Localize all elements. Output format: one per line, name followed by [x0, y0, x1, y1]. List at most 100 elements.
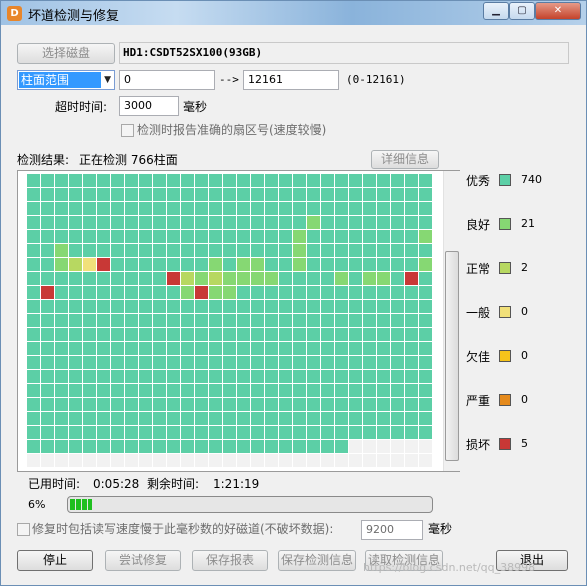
cylinder-block	[265, 286, 278, 299]
cylinder-block	[321, 342, 334, 355]
cylinder-block	[153, 454, 166, 467]
cylinder-block	[153, 356, 166, 369]
cylinder-block	[349, 398, 362, 411]
repair-threshold-input[interactable]: 9200	[361, 520, 423, 540]
cylinder-block	[125, 286, 138, 299]
cylinder-block	[69, 216, 82, 229]
cylinder-block	[335, 202, 348, 215]
close-button[interactable]: ✕	[535, 2, 581, 20]
cylinder-block	[307, 244, 320, 257]
cylinder-block	[293, 314, 306, 327]
cylinder-block	[223, 216, 236, 229]
cylinder-block	[167, 426, 180, 439]
try-repair-button[interactable]: 尝试修复	[105, 550, 181, 571]
legend-item: 严重 0	[466, 391, 576, 409]
cylinder-block	[223, 244, 236, 257]
cylinder-block	[377, 188, 390, 201]
cylinder-block	[251, 356, 264, 369]
repair-option-checkbox[interactable]	[17, 523, 30, 536]
cylinder-block	[69, 412, 82, 425]
range-end-input[interactable]: 12161	[243, 70, 339, 90]
cylinder-block	[83, 412, 96, 425]
cylinder-block	[251, 342, 264, 355]
legend-swatch	[499, 438, 511, 450]
window-title: 坏道检测与修复	[28, 9, 120, 24]
cylinder-block	[153, 328, 166, 341]
cylinder-block	[111, 188, 124, 201]
title-bar[interactable]: D 坏道检测与修复 ▁ ▢ ✕	[1, 1, 586, 25]
cylinder-block	[181, 440, 194, 453]
details-button[interactable]: 详细信息	[371, 150, 439, 169]
cylinder-block	[293, 342, 306, 355]
cylinder-block	[279, 230, 292, 243]
report-sector-checkbox[interactable]	[121, 124, 134, 137]
scrollbar-thumb[interactable]	[445, 251, 459, 461]
cylinder-block	[27, 398, 40, 411]
range-hint: (0-12161)	[346, 73, 406, 86]
cylinder-block	[265, 370, 278, 383]
save-report-button[interactable]: 保存报表	[192, 550, 268, 571]
cylinder-block	[307, 300, 320, 313]
cylinder-block	[419, 258, 432, 271]
vertical-scrollbar[interactable]	[443, 171, 460, 471]
stop-button[interactable]: 停止	[17, 550, 93, 571]
cylinder-block	[251, 328, 264, 341]
cylinder-block	[209, 244, 222, 257]
cylinder-block	[307, 370, 320, 383]
cylinder-block	[419, 244, 432, 257]
cylinder-block	[307, 216, 320, 229]
cylinder-block	[111, 216, 124, 229]
disk-genius-icon: D	[7, 6, 22, 21]
cylinder-block	[279, 244, 292, 257]
cylinder-block	[265, 454, 278, 467]
cylinder-block	[195, 398, 208, 411]
cylinder-block	[293, 230, 306, 243]
cylinder-block	[83, 356, 96, 369]
cylinder-block	[27, 300, 40, 313]
cylinder-block	[139, 300, 152, 313]
cylinder-block	[363, 272, 376, 285]
cylinder-block	[55, 412, 68, 425]
cylinder-block	[41, 314, 54, 327]
cylinder-block	[97, 314, 110, 327]
select-disk-button[interactable]: 选择磁盘	[17, 43, 115, 64]
save-info-button[interactable]: 保存检测信息	[278, 550, 356, 571]
cylinder-block	[195, 216, 208, 229]
cylinder-block	[321, 244, 334, 257]
cylinder-block	[69, 174, 82, 187]
cylinder-block	[335, 174, 348, 187]
cylinder-block	[335, 370, 348, 383]
cylinder-block	[405, 258, 418, 271]
cylinder-block	[349, 286, 362, 299]
cylinder-block	[195, 272, 208, 285]
cylinder-block	[167, 370, 180, 383]
cylinder-block	[209, 454, 222, 467]
cylinder-block	[181, 286, 194, 299]
cylinder-block	[307, 440, 320, 453]
cylinder-block	[209, 314, 222, 327]
cylinder-block	[55, 440, 68, 453]
cylinder-block	[391, 454, 404, 467]
minimize-button[interactable]: ▁	[483, 2, 509, 20]
maximize-button[interactable]: ▢	[509, 2, 535, 20]
cylinder-block	[125, 454, 138, 467]
repair-threshold-unit: 毫秒	[428, 522, 453, 536]
cylinder-block	[97, 426, 110, 439]
range-start-input[interactable]: 0	[119, 70, 215, 90]
cylinder-block	[265, 412, 278, 425]
cylinder-block	[41, 188, 54, 201]
timeout-input[interactable]: 3000	[119, 96, 179, 116]
cylinder-block	[97, 216, 110, 229]
cylinder-block	[55, 398, 68, 411]
cylinder-block	[335, 244, 348, 257]
cylinder-block	[181, 188, 194, 201]
range-mode-select[interactable]: 柱面范围 ▼	[17, 70, 115, 90]
used-time-label: 已用时间:	[28, 477, 81, 491]
maximize-icon: ▢	[517, 5, 527, 16]
cylinder-block	[321, 328, 334, 341]
cylinder-block	[279, 384, 292, 397]
legend-label: 优秀	[466, 174, 491, 188]
cylinder-block	[349, 342, 362, 355]
cylinder-block	[223, 342, 236, 355]
cylinder-block	[419, 230, 432, 243]
